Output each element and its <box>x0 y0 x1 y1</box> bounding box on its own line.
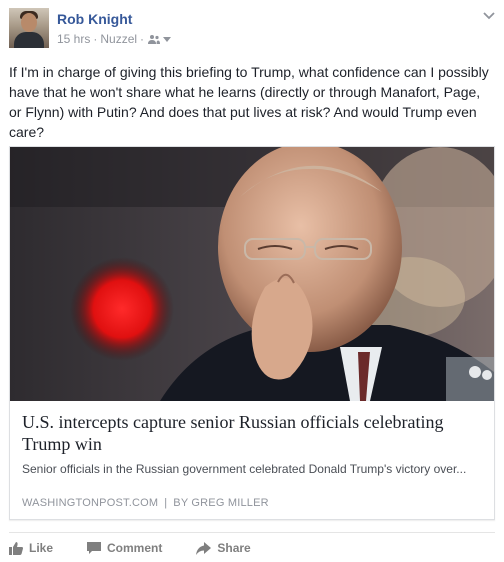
link-preview-card[interactable]: U.S. intercepts capture senior Russian o… <box>9 146 495 520</box>
post-meta: 15 hrs · Nuzzel · <box>57 32 172 46</box>
comment-label: Comment <box>107 541 163 555</box>
source-app[interactable]: Nuzzel <box>100 32 137 46</box>
comment-button[interactable]: Comment <box>87 541 162 555</box>
timestamp[interactable]: 15 hrs <box>57 32 90 46</box>
friends-icon[interactable] <box>148 34 161 44</box>
author-name[interactable]: Rob Knight <box>57 11 132 27</box>
avatar[interactable] <box>9 8 49 48</box>
like-label: Like <box>29 541 54 555</box>
post-text: If I'm in charge of giving this briefing… <box>9 64 489 140</box>
comment-icon <box>87 541 102 554</box>
post-options-chevron-icon[interactable] <box>483 12 495 20</box>
article-photo[interactable] <box>10 147 494 401</box>
share-button[interactable]: Share <box>196 541 251 555</box>
action-bar: Like Comment Share <box>9 538 285 558</box>
action-divider <box>9 532 495 533</box>
article-headline[interactable]: U.S. intercepts capture senior Russian o… <box>22 411 482 455</box>
source-domain: WASHINGTONPOST.COM <box>22 497 159 509</box>
thumbs-up-icon <box>9 541 23 555</box>
post-header: Rob Knight 15 hrs · Nuzzel · <box>9 8 495 50</box>
article-byline: BY GREG MILLER <box>173 497 269 509</box>
link-card-body[interactable]: U.S. intercepts capture senior Russian o… <box>10 401 494 519</box>
article-description: Senior officials in the Russian governme… <box>22 462 467 476</box>
source-separator: | <box>164 497 168 509</box>
privacy-dropdown-icon[interactable] <box>163 36 172 42</box>
meta-separator: · <box>93 32 98 46</box>
like-button[interactable]: Like <box>9 541 53 555</box>
meta-separator: · <box>140 32 145 46</box>
share-arrow-icon <box>196 541 212 555</box>
article-source: WASHINGTONPOST.COM | BY GREG MILLER <box>22 497 482 509</box>
share-label: Share <box>217 541 251 555</box>
